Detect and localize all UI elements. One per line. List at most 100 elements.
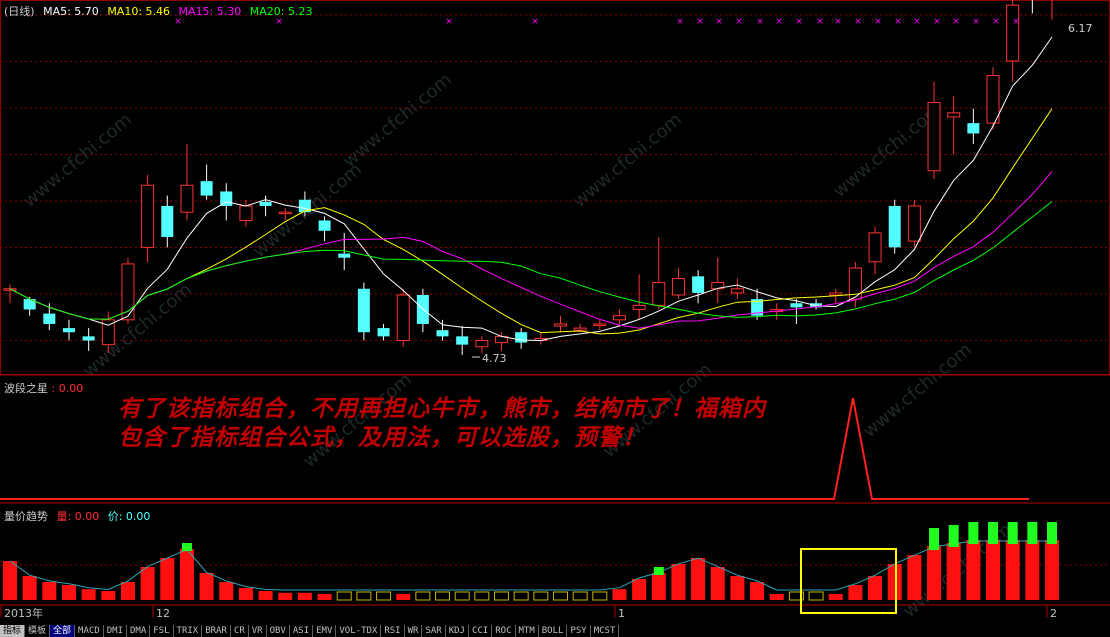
candle-body (907, 205, 921, 242)
tab-全部[interactable]: 全部 (50, 625, 76, 637)
signal-mark: × (854, 17, 862, 27)
tab-roc[interactable]: ROC (492, 625, 516, 637)
volume-bar (454, 591, 470, 601)
tab-cci[interactable]: CCI (469, 625, 493, 637)
candle-body (338, 253, 351, 258)
ma20-label: MA20: 5.23 (249, 5, 313, 18)
candle-body (515, 332, 528, 343)
high-price-label: 6.17 (1068, 22, 1093, 35)
volume-bar (1025, 540, 1040, 600)
tab-rsi[interactable]: RSI (381, 625, 405, 637)
signal-mark: × (952, 17, 960, 27)
tab-fsl[interactable]: FSL (150, 625, 174, 637)
volume-bar (3, 561, 17, 600)
signal-mark: × (756, 17, 764, 27)
volume-green-tip (988, 522, 999, 544)
volume-green-tip (653, 567, 664, 575)
volume-bar (691, 558, 706, 600)
ma10-label: MA10: 5.46 (107, 5, 171, 18)
tab-dmi[interactable]: DMI (104, 625, 127, 637)
volume-bar (572, 591, 588, 601)
tab-asi[interactable]: ASI (290, 625, 314, 637)
tab-vr[interactable]: VR (249, 625, 267, 637)
volume-bar (927, 546, 942, 600)
tab-mtm[interactable]: MTM (516, 625, 539, 637)
volume-bar (552, 591, 568, 601)
tab-mcst[interactable]: MCST (591, 625, 620, 637)
volume-vol-label: 量: 0.00 (56, 510, 100, 523)
candle-body (43, 313, 56, 324)
volume-bar (199, 573, 214, 600)
indicator-legend: 波段之星 : 0.00 (4, 380, 88, 396)
volume-price-label: 价: 0.00 (107, 510, 151, 523)
main-panel-border (0, 0, 1110, 375)
tab-emv[interactable]: EMV (313, 625, 337, 637)
volume-bar (81, 589, 96, 600)
signal-mark: × (816, 17, 824, 27)
tab-sar[interactable]: SAR (422, 625, 446, 637)
tab-wr[interactable]: WR (405, 625, 423, 637)
candle-body (357, 288, 370, 333)
tab-brar[interactable]: BRAR (202, 625, 231, 637)
tab-boll[interactable]: BOLL (539, 625, 568, 637)
volume-bar (887, 564, 902, 600)
volume-bar (946, 543, 961, 600)
volume-bar (219, 582, 234, 600)
tab-macd[interactable]: MACD (75, 625, 104, 637)
volume-bar (592, 591, 608, 601)
candle-body (318, 220, 331, 231)
tab-kdj[interactable]: KDJ (446, 625, 469, 637)
tab-指标[interactable]: 指标 (0, 625, 26, 637)
stock-chart[interactable]: 6.174.73× × × × × × × × × × × × × × × × × × × × × ×2013年 12 1 2 (0, 0, 1110, 625)
indicator-value: : 0.00 (51, 382, 84, 395)
candle-body (436, 330, 449, 337)
volume-green-tip (929, 528, 940, 550)
signal-mark: × (913, 17, 921, 27)
volume-bar (179, 549, 194, 600)
volume-bar (396, 594, 411, 600)
volume-bar (848, 585, 863, 600)
signal-mark: × (933, 17, 941, 27)
candle-body (456, 336, 469, 345)
volume-bar (356, 591, 372, 601)
volume-bar (612, 589, 627, 600)
indicator-name: 波段之星 (4, 382, 48, 395)
tab-cr[interactable]: CR (231, 625, 249, 637)
volume-bar (120, 582, 135, 600)
candle-body (730, 288, 744, 294)
volume-green-tip (1007, 522, 1018, 544)
tab-trix[interactable]: TRIX (174, 625, 203, 637)
volume-bar (907, 555, 922, 600)
candle-body (62, 328, 75, 333)
ma5-label: MA5: 5.70 (43, 5, 99, 18)
candle-body (790, 303, 803, 308)
candle-body (868, 232, 882, 263)
candle-body (200, 181, 213, 196)
period-label: (日线) (4, 5, 35, 18)
volume-bar (474, 591, 490, 601)
tab-vol-tdx[interactable]: VOL-TDX (336, 625, 382, 637)
tab-dma[interactable]: DMA (127, 625, 151, 637)
volume-bar (651, 573, 666, 600)
candle-body (612, 315, 626, 321)
date-label: 12 (156, 607, 170, 620)
candle-body (239, 205, 253, 221)
signal-mark: × (992, 17, 1000, 27)
volume-bar (61, 585, 76, 600)
tab-模板[interactable]: 模板 (25, 625, 51, 637)
signal-mark: × (696, 17, 704, 27)
ma5-line (9, 36, 1053, 342)
candle-body (888, 205, 901, 248)
tab-psy[interactable]: PSY (567, 625, 591, 637)
date-label: 1 (618, 607, 625, 620)
candle-body (593, 323, 607, 326)
volume-bar (632, 579, 647, 600)
candle-body (82, 336, 95, 341)
volume-green-tip (1047, 522, 1057, 544)
volume-bar (415, 591, 431, 601)
tab-obv[interactable]: OBV (267, 625, 290, 637)
volume-bar (710, 567, 725, 600)
promo-text: 有了该指标组合，不用再担心牛市，熊市，结构市了！福箱内包含了指标组合公式，及用法… (118, 395, 766, 451)
candle-body (475, 340, 489, 348)
volume-bar (533, 591, 549, 601)
